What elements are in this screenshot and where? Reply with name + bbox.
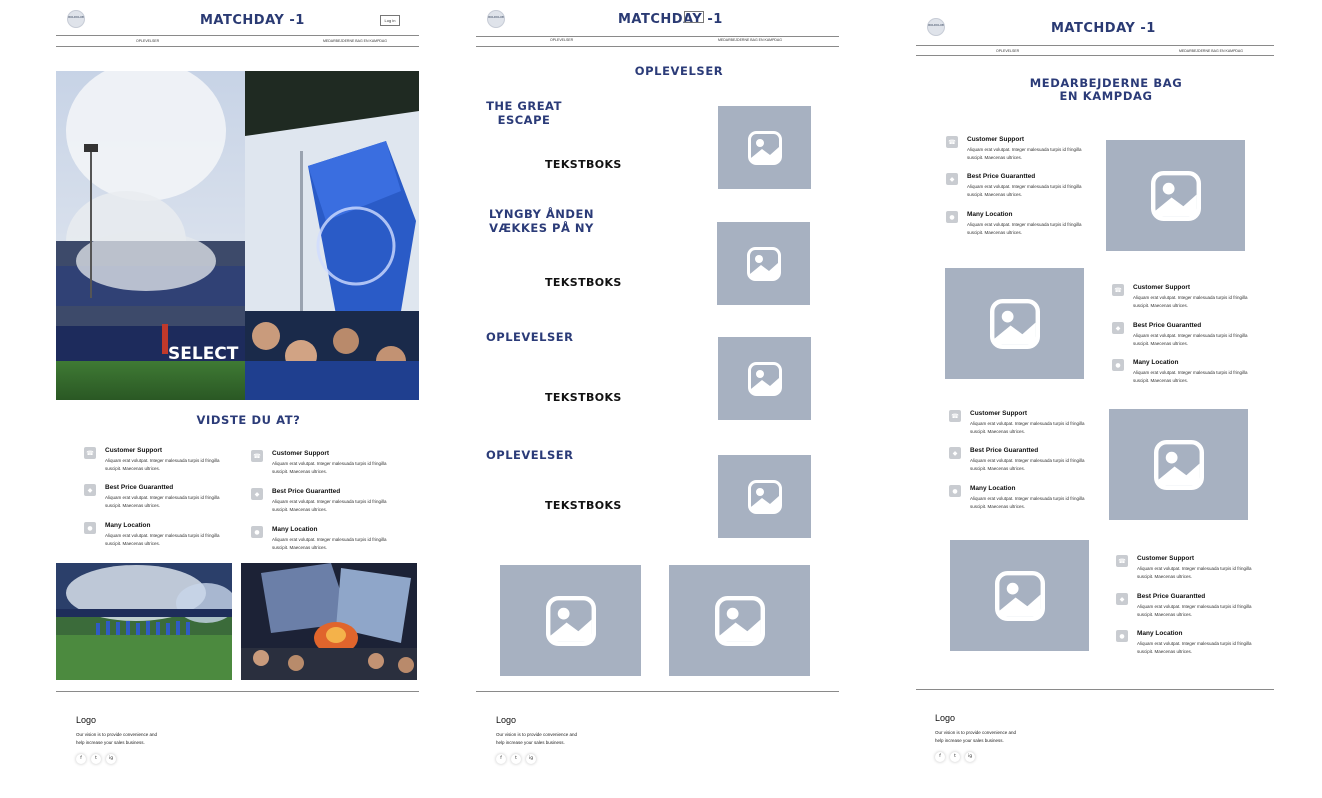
- instagram-icon[interactable]: ig: [965, 752, 975, 762]
- item-heading: THE GREAT ESCAPE: [486, 99, 562, 127]
- footer-text: Our vision is to provide convenience and…: [935, 730, 1017, 743]
- nav-medarbejdere[interactable]: MEDARBEJDERNE BAG EN KAMPDAG: [1179, 49, 1243, 53]
- fans-photo: [241, 563, 417, 680]
- phone-icon: ☎: [84, 447, 96, 459]
- tag-icon: ◆: [949, 447, 961, 459]
- nav-oplevelser[interactable]: OPLEVELSER: [996, 49, 1019, 53]
- footer-divider: [916, 689, 1274, 690]
- item-heading: LYNGBY ÅNDEN VÆKKES PÅ NY: [489, 207, 594, 235]
- tag-icon: ◆: [946, 173, 958, 185]
- item-body: TEKSTBOKS: [545, 158, 622, 171]
- section-title: MEDARBEJDERNE BAG EN KAMPDAG: [1029, 76, 1183, 104]
- location-icon: ●: [84, 522, 96, 534]
- image-placeholder: [717, 222, 810, 305]
- footer-logo[interactable]: Logo: [496, 715, 516, 725]
- phone-icon: ☎: [1116, 555, 1128, 567]
- login-button[interactable]: [684, 11, 704, 23]
- location-icon: ●: [1112, 359, 1124, 371]
- twitter-icon[interactable]: t: [511, 754, 521, 764]
- section-title: VIDSTE DU AT?: [196, 413, 301, 427]
- brand-title[interactable]: MATCHDAY -1: [200, 13, 305, 28]
- club-logo[interactable]: BOLDKLUB: [927, 18, 945, 36]
- item-body: TEKSTBOKS: [545, 276, 622, 289]
- footer-divider: [476, 691, 839, 692]
- footer-text: Our vision is to provide convenience and…: [496, 732, 578, 745]
- brand-title[interactable]: MATCHDAY -1: [1051, 21, 1156, 36]
- image-placeholder: [945, 268, 1084, 379]
- tag-icon: ◆: [84, 484, 96, 496]
- page-home: BOLDKLUB MATCHDAY -1 Log in OPLEVELSER M…: [56, 0, 419, 798]
- facebook-icon[interactable]: f: [935, 752, 945, 762]
- divider: [916, 45, 1274, 46]
- item-heading: OPLEVELSER: [486, 448, 574, 462]
- item-heading: OPLEVELSER: [486, 330, 574, 344]
- hero-photo: SELECT: [56, 71, 419, 400]
- page-medarbejdere: BOLDKLUB MATCHDAY -1 OPLEVELSER MEDARBEJ…: [916, 0, 1274, 798]
- page-oplevelser: BOLDKLUB MATCHDAY -1 OPLEVELSER MEDARBEJ…: [476, 0, 839, 798]
- phone-icon: ☎: [949, 410, 961, 422]
- image-placeholder: [718, 337, 811, 420]
- club-logo[interactable]: BOLDKLUB: [67, 10, 85, 28]
- tag-icon: ◆: [251, 488, 263, 500]
- facebook-icon[interactable]: f: [496, 754, 506, 764]
- divider: [476, 36, 839, 37]
- divider: [476, 46, 839, 47]
- footer-text: Our vision is to provide convenience and…: [76, 732, 158, 745]
- location-icon: ●: [946, 211, 958, 223]
- location-icon: ●: [251, 526, 263, 538]
- item-body: TEKSTBOKS: [545, 391, 622, 404]
- team-photo: [56, 563, 232, 680]
- twitter-icon[interactable]: t: [950, 752, 960, 762]
- location-icon: ●: [1116, 630, 1128, 642]
- image-placeholder: [1109, 409, 1248, 520]
- club-logo[interactable]: BOLDKLUB: [487, 10, 505, 28]
- image-placeholder: [500, 565, 641, 676]
- nav-medarbejdere[interactable]: MEDARBEJDERNE BAG EN KAMPDAG: [323, 39, 387, 43]
- twitter-icon[interactable]: t: [91, 754, 101, 764]
- brand-title[interactable]: MATCHDAY -1: [618, 12, 723, 27]
- divider: [56, 46, 419, 47]
- nav-oplevelser[interactable]: OPLEVELSER: [136, 39, 159, 43]
- phone-icon: ☎: [1112, 284, 1124, 296]
- image-placeholder: [950, 540, 1089, 651]
- phone-icon: ☎: [251, 450, 263, 462]
- divider: [56, 35, 419, 36]
- divider: [916, 55, 1274, 56]
- location-icon: ●: [949, 485, 961, 497]
- login-button[interactable]: Log in: [380, 15, 400, 26]
- tag-icon: ◆: [1116, 593, 1128, 605]
- footer-divider: [56, 691, 419, 692]
- item-body: TEKSTBOKS: [545, 499, 622, 512]
- image-placeholder: [718, 106, 811, 189]
- image-placeholder: [669, 565, 810, 676]
- facebook-icon[interactable]: f: [76, 754, 86, 764]
- nav-medarbejdere[interactable]: MEDARBEJDERNE BAG EN KAMPDAG: [718, 38, 782, 42]
- footer-logo[interactable]: Logo: [76, 715, 96, 725]
- instagram-icon[interactable]: ig: [106, 754, 116, 764]
- nav-oplevelser[interactable]: OPLEVELSER: [550, 38, 573, 42]
- image-placeholder: [1106, 140, 1245, 251]
- tag-icon: ◆: [1112, 322, 1124, 334]
- section-title: OPLEVELSER: [634, 64, 724, 78]
- image-placeholder: [718, 455, 811, 538]
- instagram-icon[interactable]: ig: [526, 754, 536, 764]
- footer-logo[interactable]: Logo: [935, 713, 955, 723]
- phone-icon: ☎: [946, 136, 958, 148]
